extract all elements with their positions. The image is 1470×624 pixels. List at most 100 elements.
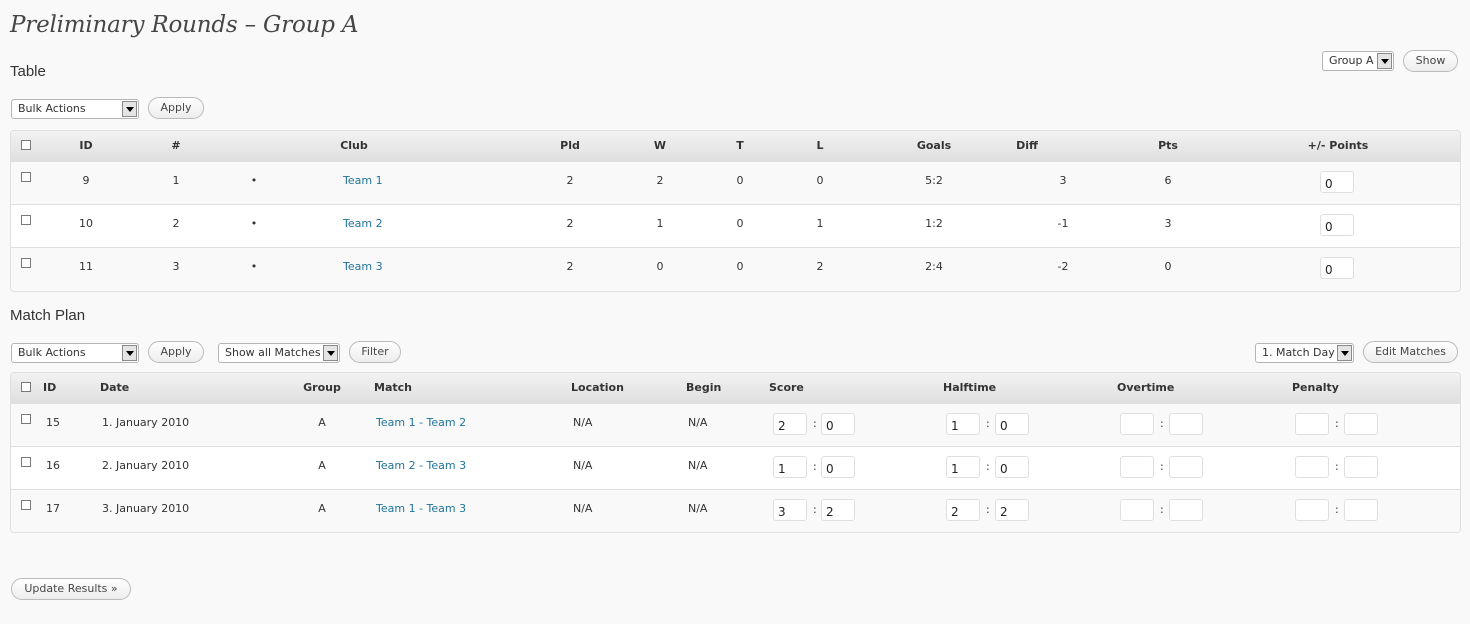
match-plan-table: ID Date Group Match Location Begin Score… bbox=[10, 372, 1461, 533]
team-club-link[interactable]: Team 1 bbox=[343, 174, 383, 187]
bulk-actions-value: Bulk Actions bbox=[18, 102, 86, 115]
halftime-away-input[interactable] bbox=[995, 413, 1029, 435]
team-diff: -2 bbox=[1057, 260, 1069, 273]
points-adjust-input[interactable] bbox=[1320, 214, 1354, 236]
col-score[interactable]: Score bbox=[769, 381, 804, 394]
team-rank: 3 bbox=[172, 260, 180, 273]
penalty-away-input[interactable] bbox=[1344, 413, 1378, 435]
row-checkbox[interactable] bbox=[21, 215, 31, 225]
penalty-away-input[interactable] bbox=[1344, 456, 1378, 478]
overtime-away-input[interactable] bbox=[1169, 499, 1203, 521]
team-goals: 1:2 bbox=[925, 217, 943, 230]
col-rank[interactable]: # bbox=[171, 139, 180, 152]
chevron-down-icon[interactable] bbox=[1377, 53, 1392, 69]
overtime-separator: : bbox=[1160, 417, 1164, 430]
col-w[interactable]: W bbox=[654, 139, 666, 152]
col-l[interactable]: L bbox=[816, 139, 823, 152]
col-t[interactable]: T bbox=[736, 139, 744, 152]
col-date[interactable]: Date bbox=[100, 381, 129, 394]
col-penalty[interactable]: Penalty bbox=[1292, 381, 1339, 394]
bulk-actions-value: Bulk Actions bbox=[18, 346, 86, 359]
edit-matches-button[interactable]: Edit Matches bbox=[1363, 341, 1458, 363]
row-checkbox[interactable] bbox=[21, 172, 31, 182]
penalty-separator: : bbox=[1335, 460, 1339, 473]
chevron-down-icon[interactable] bbox=[122, 101, 137, 117]
filter-button[interactable]: Filter bbox=[349, 341, 401, 363]
halftime-away-input[interactable] bbox=[995, 456, 1029, 478]
overtime-separator: : bbox=[1160, 460, 1164, 473]
halftime-away-input[interactable] bbox=[995, 499, 1029, 521]
score-home-input[interactable] bbox=[773, 456, 807, 478]
team-pts: 3 bbox=[1164, 217, 1172, 230]
match-day-value: 1. Match Day bbox=[1262, 346, 1335, 359]
penalty-home-input[interactable] bbox=[1295, 413, 1329, 435]
halftime-home-input[interactable] bbox=[946, 499, 980, 521]
show-matches-select[interactable]: Show all Matches bbox=[218, 343, 340, 363]
chevron-down-icon[interactable] bbox=[1337, 345, 1352, 361]
match-begin: N/A bbox=[688, 502, 708, 515]
match-bulk-actions-select[interactable]: Bulk Actions bbox=[11, 343, 139, 363]
overtime-away-input[interactable] bbox=[1169, 456, 1203, 478]
points-adjust-input[interactable] bbox=[1320, 257, 1354, 279]
col-goals[interactable]: Goals bbox=[917, 139, 951, 152]
chevron-down-icon[interactable] bbox=[122, 345, 137, 361]
bulk-actions-select[interactable]: Bulk Actions bbox=[11, 99, 139, 119]
chevron-down-icon[interactable] bbox=[323, 345, 338, 361]
match-id: 17 bbox=[46, 502, 60, 515]
match-link[interactable]: Team 1 - Team 2 bbox=[376, 416, 466, 429]
col-club[interactable]: Club bbox=[340, 139, 368, 152]
team-w: 2 bbox=[656, 174, 664, 187]
apply-button[interactable]: Apply bbox=[148, 97, 204, 119]
select-all-checkbox[interactable] bbox=[21, 140, 31, 150]
overtime-home-input[interactable] bbox=[1120, 413, 1154, 435]
col-id[interactable]: ID bbox=[79, 139, 92, 152]
col-halftime[interactable]: Halftime bbox=[943, 381, 996, 394]
col-match[interactable]: Match bbox=[374, 381, 412, 394]
row-checkbox[interactable] bbox=[21, 258, 31, 268]
team-t: 0 bbox=[736, 174, 744, 187]
col-points-adjust[interactable]: +/- Points bbox=[1308, 139, 1369, 152]
match-link[interactable]: Team 2 - Team 3 bbox=[376, 459, 466, 472]
group-select[interactable]: Group A bbox=[1322, 51, 1394, 71]
table-row: 11 3 • Team 3 2 0 0 2 2:4 -2 0 bbox=[11, 248, 1460, 290]
col-pts[interactable]: Pts bbox=[1158, 139, 1178, 152]
penalty-away-input[interactable] bbox=[1344, 499, 1378, 521]
score-home-input[interactable] bbox=[773, 413, 807, 435]
score-away-input[interactable] bbox=[821, 413, 855, 435]
halftime-home-input[interactable] bbox=[946, 413, 980, 435]
col-overtime[interactable]: Overtime bbox=[1117, 381, 1174, 394]
col-pld[interactable]: Pld bbox=[560, 139, 580, 152]
score-away-input[interactable] bbox=[821, 499, 855, 521]
update-results-button[interactable]: Update Results » bbox=[11, 578, 131, 600]
match-link[interactable]: Team 1 - Team 3 bbox=[376, 502, 466, 515]
row-checkbox[interactable] bbox=[21, 414, 31, 424]
match-day-select[interactable]: 1. Match Day bbox=[1255, 343, 1354, 363]
col-diff[interactable]: Diff bbox=[1016, 139, 1038, 152]
match-group: A bbox=[318, 416, 326, 429]
col-id[interactable]: ID bbox=[43, 381, 56, 394]
penalty-home-input[interactable] bbox=[1295, 499, 1329, 521]
points-adjust-input[interactable] bbox=[1320, 171, 1354, 193]
team-club-link[interactable]: Team 3 bbox=[343, 260, 383, 273]
penalty-home-input[interactable] bbox=[1295, 456, 1329, 478]
halftime-home-input[interactable] bbox=[946, 456, 980, 478]
row-checkbox[interactable] bbox=[21, 500, 31, 510]
team-bullet: • bbox=[250, 217, 258, 230]
col-location[interactable]: Location bbox=[571, 381, 624, 394]
col-begin[interactable]: Begin bbox=[686, 381, 721, 394]
score-home-input[interactable] bbox=[773, 499, 807, 521]
match-location: N/A bbox=[573, 416, 593, 429]
team-club-link[interactable]: Team 2 bbox=[343, 217, 383, 230]
score-away-input[interactable] bbox=[821, 456, 855, 478]
row-checkbox[interactable] bbox=[21, 457, 31, 467]
select-all-checkbox[interactable] bbox=[21, 382, 31, 392]
show-button[interactable]: Show bbox=[1403, 50, 1458, 72]
overtime-home-input[interactable] bbox=[1120, 456, 1154, 478]
score-separator: : bbox=[813, 417, 817, 430]
team-pts: 6 bbox=[1164, 174, 1172, 187]
overtime-home-input[interactable] bbox=[1120, 499, 1154, 521]
match-apply-button[interactable]: Apply bbox=[148, 341, 204, 363]
col-group[interactable]: Group bbox=[303, 381, 341, 394]
team-rank: 2 bbox=[172, 217, 180, 230]
overtime-away-input[interactable] bbox=[1169, 413, 1203, 435]
